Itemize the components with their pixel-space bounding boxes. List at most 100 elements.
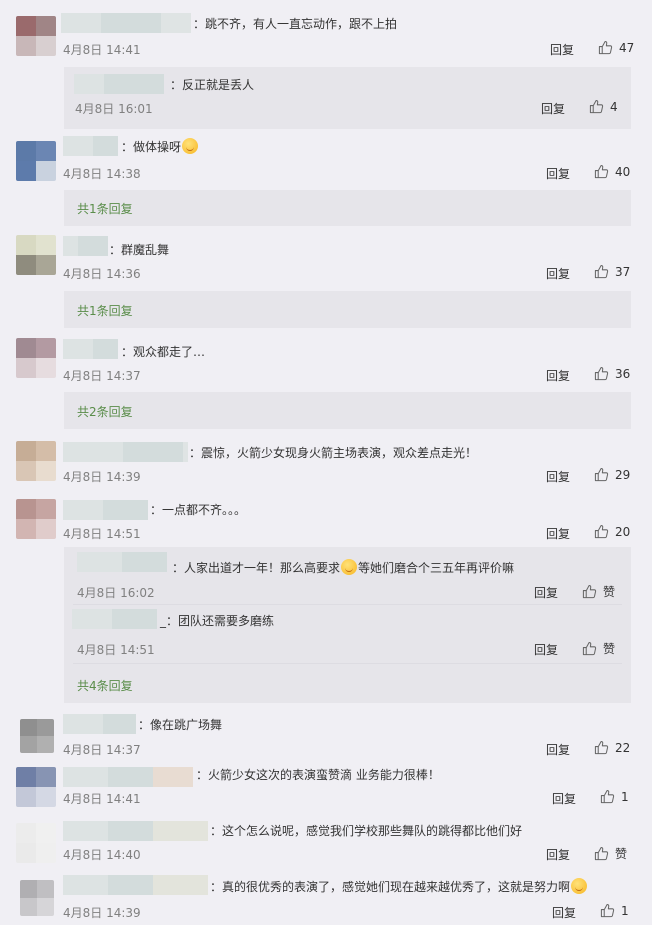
username[interactable] [63, 875, 208, 895]
thumbs-up-icon [594, 366, 609, 381]
view-replies-link[interactable]: 共1条回复 [77, 200, 133, 217]
timestamp: 4月8日 14:40 [63, 848, 141, 862]
timestamp: 4月8日 14:51 [63, 527, 141, 541]
username[interactable] [63, 236, 108, 256]
comment-text: ：这个怎么说呢，感觉我们学校那些舞队的跳得都比他们好 [210, 824, 523, 838]
like-count: 4 [610, 100, 618, 114]
username[interactable] [74, 74, 164, 94]
reply-button[interactable]: 回复 [546, 741, 570, 758]
comment-item: ：震惊，火箭少女现身火箭主场表演，观众差点走光！ 4月8日 14:39 回复 2… [0, 436, 652, 492]
username[interactable] [63, 714, 136, 734]
avatar[interactable] [16, 235, 56, 275]
like-count: 赞 [603, 642, 616, 656]
reply-button[interactable]: 回复 [552, 904, 576, 921]
like-button[interactable]: 1 [600, 903, 629, 918]
comment-text: ：真的很优秀的表演了，感觉她们现在越来越优秀了，这就是努力啊 [210, 877, 588, 897]
timestamp: 4月8日 14:37 [63, 369, 141, 383]
like-button[interactable]: 36 [594, 366, 630, 381]
reply-button[interactable]: 回复 [546, 165, 570, 182]
like-button[interactable]: 赞 [582, 583, 615, 600]
comment-text: ：震惊，火箭少女现身火箭主场表演，观众差点走光！ [189, 446, 478, 460]
username[interactable] [63, 442, 188, 462]
like-button[interactable]: 20 [594, 524, 630, 539]
like-count: 40 [615, 165, 631, 179]
view-replies-link[interactable]: 共4条回复 [77, 677, 133, 694]
reply-button[interactable]: 回复 [541, 100, 565, 117]
username[interactable] [63, 136, 118, 156]
comment-text: ：观众都走了… [121, 345, 206, 359]
grin-emoji-icon [341, 559, 358, 575]
reply-text: ：人家出道才一年！那么高要求 等她们磨合个三五年再评价嘛 [172, 559, 515, 575]
thumbs-up-icon [594, 467, 609, 482]
comment-item: ：这个怎么说呢，感觉我们学校那些舞队的跳得都比他们好 4月8日 14:40 回复… [0, 818, 652, 872]
comment-text: ：一点都不齐。。。 [150, 503, 247, 517]
timestamp: 4月8日 14:41 [63, 43, 141, 57]
avatar[interactable] [16, 499, 56, 539]
like-button[interactable]: 4 [589, 99, 618, 114]
reply-box: 共1条回复 [64, 291, 631, 328]
username[interactable] [63, 767, 193, 787]
like-button[interactable]: 40 [594, 164, 630, 179]
username[interactable] [63, 821, 208, 841]
like-count: 20 [615, 525, 631, 539]
comment-text: ：做体操呀 [121, 137, 199, 157]
thumbs-up-icon [594, 264, 609, 279]
comment-item: ：跳不齐，有人一直忘动作，跟不上拍 4月8日 14:41 回复 47 ：反正就是… [0, 0, 652, 129]
avatar[interactable] [16, 16, 56, 56]
reply-button[interactable]: 回复 [546, 367, 570, 384]
reply-box: ：人家出道才一年！那么高要求 等她们磨合个三五年再评价嘛 4月8日 16:02 回… [64, 547, 631, 703]
avatar[interactable] [16, 141, 56, 181]
username[interactable] [63, 500, 148, 520]
thumbs-up-icon [600, 789, 615, 804]
reply-button[interactable]: 回复 [546, 846, 570, 863]
reply-button[interactable]: 回复 [552, 790, 576, 807]
timestamp: 4月8日 14:39 [63, 470, 141, 484]
reply-button[interactable]: 回复 [534, 641, 558, 658]
thumbs-up-icon [582, 641, 597, 656]
like-count: 37 [615, 265, 631, 279]
reply-button[interactable]: 回复 [546, 265, 570, 282]
avatar[interactable] [20, 719, 54, 753]
comment-text: ：像在跳广场舞 [138, 718, 223, 732]
reply-button[interactable]: 回复 [546, 468, 570, 485]
username[interactable] [77, 552, 167, 572]
reply-button[interactable]: 回复 [534, 584, 558, 601]
grin-emoji-icon [571, 878, 588, 894]
like-button[interactable]: 37 [594, 264, 630, 279]
comment-item: ：观众都走了… 4月8日 14:37 回复 36 共2条回复 [0, 334, 652, 434]
timestamp: 4月8日 16:01 [75, 102, 153, 116]
like-button[interactable]: 赞 [594, 845, 627, 862]
timestamp: 4月8日 16:02 [77, 586, 155, 600]
timestamp: 4月8日 14:38 [63, 167, 141, 181]
view-replies-link[interactable]: 共1条回复 [77, 302, 133, 319]
comment-item: ：一点都不齐。。。 4月8日 14:51 回复 20 ：人家出道才一年！那么高要… [0, 494, 652, 709]
username[interactable] [61, 13, 191, 33]
like-button[interactable]: 47 [598, 40, 634, 55]
avatar[interactable] [16, 338, 56, 378]
like-count: 47 [619, 41, 635, 55]
avatar[interactable] [16, 441, 56, 481]
like-count: 29 [615, 468, 631, 482]
like-button[interactable]: 赞 [582, 640, 615, 657]
avatar[interactable] [16, 823, 56, 863]
avatar[interactable] [20, 880, 54, 916]
thumbs-up-icon [582, 584, 597, 599]
username[interactable] [72, 609, 157, 629]
username[interactable] [63, 339, 118, 359]
like-count: 1 [621, 904, 629, 918]
like-button[interactable]: 1 [600, 789, 629, 804]
thumbs-up-icon [598, 40, 613, 55]
reply-button[interactable]: 回复 [550, 41, 574, 58]
timestamp: 4月8日 14:39 [63, 906, 141, 920]
avatar[interactable] [16, 767, 56, 807]
reply-button[interactable]: 回复 [546, 525, 570, 542]
view-replies-link[interactable]: 共2条回复 [77, 403, 133, 420]
like-button[interactable]: 22 [594, 740, 630, 755]
reply-text: _：团队还需要多磨练 [160, 614, 275, 628]
thumbs-up-icon [594, 740, 609, 755]
thumbs-up-icon [594, 164, 609, 179]
like-count: 22 [615, 741, 631, 755]
reply-text: ：反正就是丢人 [170, 78, 255, 92]
comment-item: ：真的很优秀的表演了，感觉她们现在越来越优秀了，这就是努力啊 4月8日 14:3… [0, 872, 652, 925]
like-button[interactable]: 29 [594, 467, 630, 482]
